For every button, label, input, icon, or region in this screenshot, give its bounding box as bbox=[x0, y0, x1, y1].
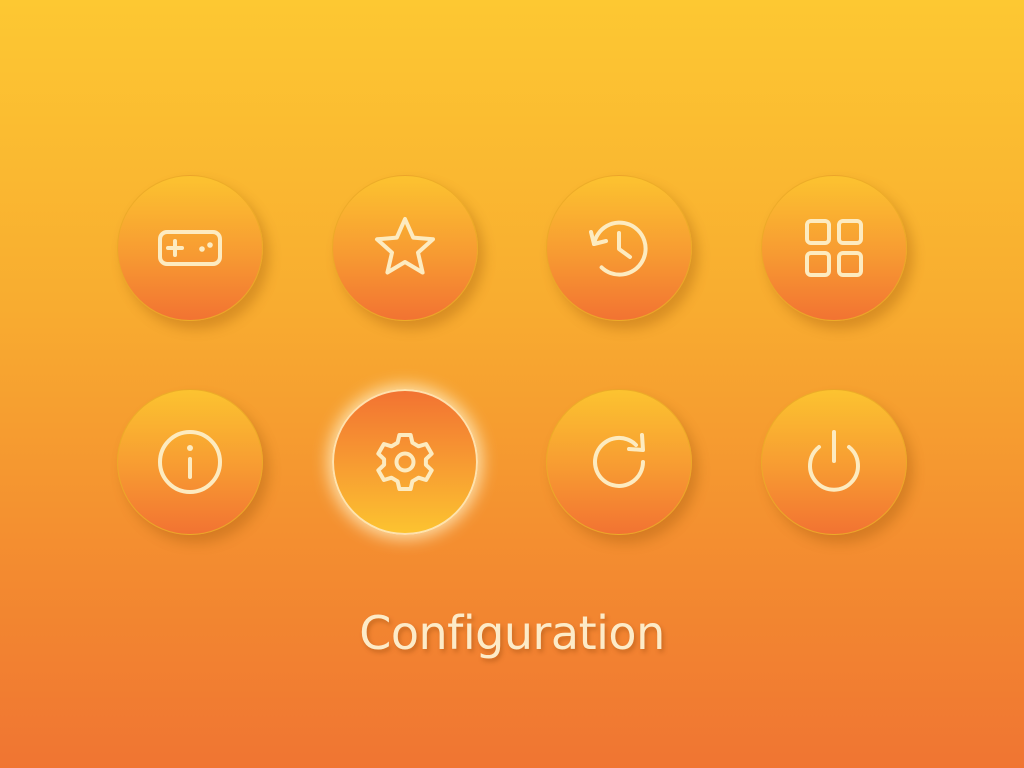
selected-item-label: Configuration bbox=[359, 606, 665, 660]
gear-icon bbox=[376, 433, 434, 491]
configuration-button[interactable] bbox=[332, 389, 478, 535]
star-icon bbox=[375, 217, 435, 275]
refresh-button[interactable] bbox=[546, 389, 692, 535]
history-icon bbox=[589, 220, 648, 277]
refresh-icon bbox=[593, 433, 645, 488]
gamepad-button[interactable] bbox=[117, 175, 263, 321]
favorites-button[interactable] bbox=[332, 175, 478, 321]
info-icon bbox=[158, 430, 222, 494]
gamepad-icon bbox=[158, 230, 222, 266]
grid-icon bbox=[805, 219, 863, 277]
history-button[interactable] bbox=[546, 175, 692, 321]
info-button[interactable] bbox=[117, 389, 263, 535]
power-icon bbox=[808, 430, 860, 492]
power-button[interactable] bbox=[761, 389, 907, 535]
apps-button[interactable] bbox=[761, 175, 907, 321]
